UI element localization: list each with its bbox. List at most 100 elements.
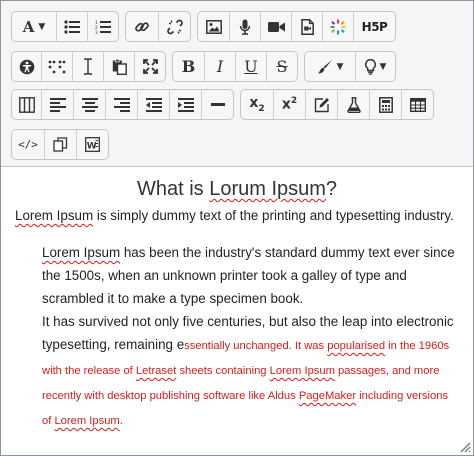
content-blockquote: Lorem Ipsum has been the industry's stan…	[15, 241, 459, 433]
flask-icon	[346, 96, 361, 113]
underline-icon: U	[244, 57, 258, 76]
strikethrough-button[interactable]: S	[266, 52, 297, 81]
unlink-button[interactable]	[158, 12, 190, 41]
html-source-button[interactable]: </>	[12, 130, 44, 159]
paintbrush-icon	[317, 59, 332, 73]
screenreader-helper-button[interactable]	[41, 52, 72, 81]
expand-icon	[142, 59, 158, 74]
blockquote-paragraph-1: Lorem Ipsum has been the industry's stan…	[42, 245, 455, 306]
resize-handle-icon[interactable]	[459, 441, 471, 453]
background-color-dropdown[interactable]: ▼	[305, 52, 355, 81]
caret-down-icon: ▼	[336, 61, 344, 72]
outdent-icon	[145, 97, 162, 112]
sparkle-color-icon	[330, 19, 346, 34]
red-text-span: ssentially unchanged. It was popularised…	[42, 340, 450, 427]
italic-icon: I	[216, 57, 224, 76]
microphone-button[interactable]	[229, 12, 260, 41]
ltr-rtl-button[interactable]	[12, 90, 41, 119]
indent-button[interactable]	[169, 90, 201, 119]
toolbar-row-2: B I U S ▼ ▼	[11, 51, 396, 82]
toolbar-group-misc	[11, 51, 166, 82]
underline-button[interactable]: U	[235, 52, 266, 81]
calculator-icon	[378, 96, 393, 113]
h5p-button[interactable]: H5P	[353, 12, 395, 41]
edit-pencil-icon	[314, 97, 329, 112]
image-icon	[205, 19, 222, 34]
table-button[interactable]	[401, 90, 433, 119]
italic-button[interactable]: I	[204, 52, 235, 81]
toolbar-row-3: x2 x2	[11, 89, 434, 120]
text-cursor-icon	[84, 58, 92, 75]
editor-content-area[interactable]: What is Lorum Ipsum? Lorem Ipsum is simp…	[1, 168, 473, 455]
braille-icon	[48, 60, 66, 73]
align-left-button[interactable]	[41, 90, 73, 119]
numbered-list-button[interactable]: 123	[87, 12, 118, 41]
align-center-button[interactable]	[73, 90, 105, 119]
align-right-button[interactable]	[105, 90, 137, 119]
lightbulb-icon	[364, 58, 376, 75]
align-right-icon	[113, 97, 130, 112]
microphone-icon	[239, 19, 251, 35]
fullscreen-button[interactable]	[134, 52, 165, 81]
accessibility-checker-button[interactable]	[12, 52, 41, 81]
unlink-icon	[166, 19, 183, 34]
copy-pages-icon	[53, 137, 68, 152]
blockquote-paragraph-2: It has survived not only five centuries,…	[42, 314, 454, 427]
toolbar-group-font: A ▼ 123	[11, 11, 119, 42]
caret-down-icon: ▼	[38, 21, 46, 32]
text-color-dropdown[interactable]: ▼	[355, 52, 395, 81]
media-file-icon	[300, 18, 314, 35]
special-characters-button[interactable]	[369, 90, 401, 119]
font-icon: A	[22, 17, 35, 36]
bullet-list-icon	[64, 19, 80, 34]
indent-icon	[177, 97, 194, 112]
recordrtc-button[interactable]	[322, 12, 353, 41]
code-icon: </>	[18, 138, 38, 151]
caret-down-icon: ▼	[379, 61, 387, 72]
toolbar-group-insert: x2 x2	[240, 89, 434, 120]
toolbar-group-color: ▼ ▼	[304, 51, 396, 82]
undo-button[interactable]	[44, 130, 76, 159]
paste-icon	[112, 58, 127, 75]
clear-formatting-button[interactable]	[72, 52, 103, 81]
horizontal-rule-button[interactable]	[201, 90, 233, 119]
superscript-icon: x2	[281, 96, 298, 113]
outdent-button[interactable]	[137, 90, 169, 119]
toolbar-row-1: A ▼ 123 H5P	[11, 11, 396, 42]
content-paragraph: Lorem Ipsum is simply dummy text of the …	[15, 208, 454, 223]
superscript-button[interactable]: x2	[273, 90, 305, 119]
link-button[interactable]	[126, 12, 158, 41]
columns-icon	[18, 96, 35, 113]
word-document-icon: W	[85, 137, 100, 152]
h5p-icon: H5P	[361, 19, 388, 34]
toolbar-group-source: </> W	[11, 129, 109, 160]
bullet-list-button[interactable]	[56, 12, 87, 41]
bold-icon: B	[181, 57, 196, 76]
toolbar-group-links	[125, 11, 191, 42]
chemistry-editor-button[interactable]	[337, 90, 369, 119]
editor-toolbar: A ▼ 123 H5P B I U S ▼ ▼ x2 x2 </> W	[1, 1, 473, 167]
align-center-icon	[81, 97, 98, 112]
link-icon	[135, 21, 149, 32]
word-import-button[interactable]: W	[76, 130, 108, 159]
bold-button[interactable]: B	[173, 52, 204, 81]
table-icon	[409, 97, 426, 112]
font-size-dropdown-button[interactable]: A ▼	[12, 12, 56, 41]
subscript-icon: x2	[249, 95, 265, 114]
content-heading: What is Lorum Ipsum?	[136, 178, 338, 200]
image-button[interactable]	[198, 12, 229, 41]
media-file-button[interactable]	[291, 12, 322, 41]
toolbar-group-media: H5P	[197, 11, 396, 42]
equation-editor-button[interactable]	[305, 90, 337, 119]
svg-text:W: W	[87, 142, 97, 152]
toolbar-group-align	[11, 89, 234, 120]
text-editor: A ▼ 123 H5P B I U S ▼ ▼ x2 x2 </> W What…	[0, 0, 474, 456]
toolbar-group-text-style: B I U S	[172, 51, 298, 82]
toolbar-row-4: </> W	[11, 129, 109, 160]
video-camera-icon	[267, 21, 285, 32]
video-button[interactable]	[260, 12, 291, 41]
horizontal-rule-icon	[210, 102, 225, 106]
paste-button[interactable]	[103, 52, 134, 81]
strikethrough-icon: S	[276, 57, 288, 76]
subscript-button[interactable]: x2	[241, 90, 273, 119]
